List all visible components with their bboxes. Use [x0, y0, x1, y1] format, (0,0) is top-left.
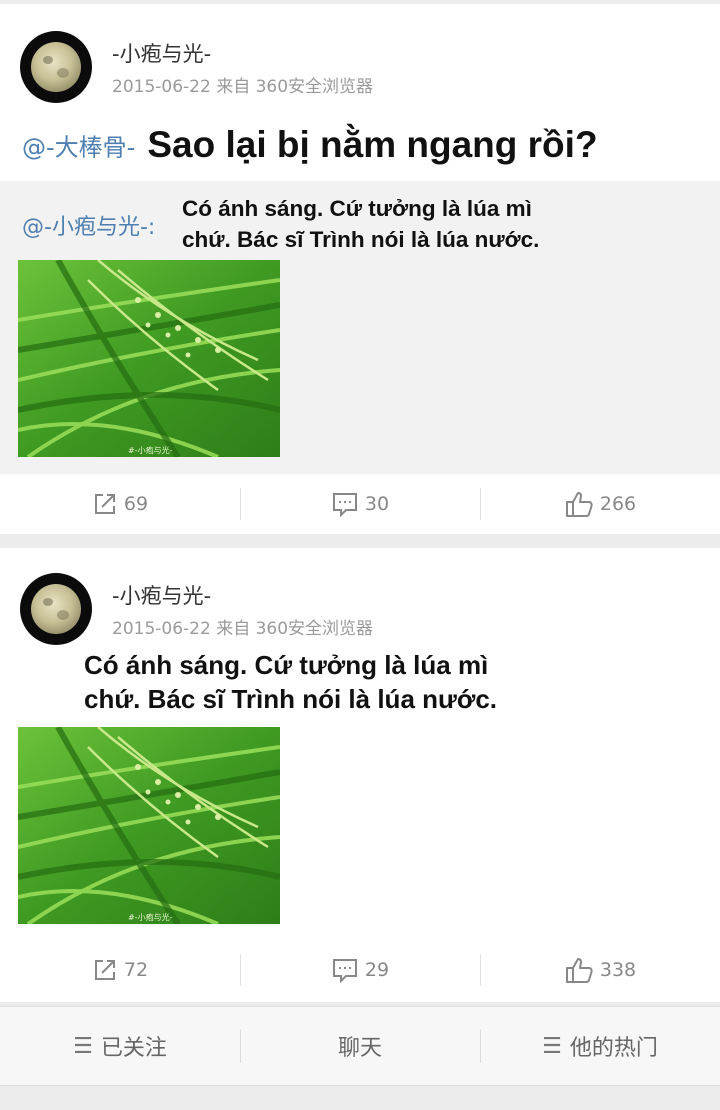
rice-plant-photo[interactable]: #-小疱与光-	[18, 727, 280, 924]
action-bar: 72 29 338	[0, 940, 720, 1000]
like-count: 338	[599, 959, 637, 981]
repost-icon	[94, 494, 115, 514]
repost-button[interactable]: 72	[0, 940, 240, 1000]
menu-icon: ☰	[73, 1033, 93, 1059]
post-text-body: Sao lại bị nằm ngang rồi?	[147, 124, 598, 165]
menu-icon: ☰	[542, 1033, 562, 1059]
following-button[interactable]: ☰ 已关注	[0, 1007, 240, 1085]
repost-caption: Có ánh sáng. Cứ tưởng là lúa mì chứ. Bác…	[182, 193, 540, 255]
post-meta: 2015-06-22 来自 360安全浏览器	[112, 619, 374, 639]
repost-author-link[interactable]: @-小疱与光-:	[22, 209, 155, 241]
comment-button[interactable]: 29	[240, 940, 480, 1000]
chat-button[interactable]: 聊天	[240, 1007, 480, 1085]
post-text: @-大棒骨- Sao lại bị nằm ngang rồi?	[22, 124, 598, 166]
repost-count: 72	[123, 959, 149, 981]
like-count: 266	[599, 493, 637, 515]
comment-count: 29	[364, 959, 390, 981]
comment-icon	[332, 493, 357, 517]
comment-count: 30	[364, 493, 390, 515]
repost-block[interactable]: @-小疱与光-: Có ánh sáng. Cứ tưởng là lúa mì…	[0, 181, 720, 474]
like-button[interactable]: 266	[480, 474, 720, 534]
hot-posts-button[interactable]: ☰ 他的热门	[480, 1007, 720, 1085]
thumbs-up-icon	[565, 958, 593, 983]
post-card: -小疱与光- 2015-06-22 来自 360安全浏览器 Có ánh sán…	[0, 548, 720, 1002]
thumbs-up-icon	[565, 492, 593, 517]
comment-icon	[332, 959, 357, 983]
username[interactable]: -小疱与光-	[112, 580, 211, 610]
avatar[interactable]	[20, 573, 92, 645]
rice-plant-photo[interactable]: #-小疱与光-	[18, 260, 280, 457]
comment-button[interactable]: 30	[240, 474, 480, 534]
photo-watermark: #-小疱与光-	[128, 912, 173, 922]
caption-line: chứ. Bác sĩ Trình nói là lúa nước.	[182, 227, 540, 252]
repost-icon	[94, 960, 115, 980]
post-meta: 2015-06-22 来自 360安全浏览器	[112, 77, 374, 97]
hot-posts-label: 他的热门	[569, 1036, 658, 1061]
like-button[interactable]: 338	[480, 940, 720, 1000]
repost-button[interactable]: 69	[0, 474, 240, 534]
post-text: Có ánh sáng. Cứ tưởng là lúa mì chứ. Bác…	[84, 648, 498, 716]
repost-count: 69	[123, 493, 149, 515]
action-bar: 69 30 266	[0, 474, 720, 534]
bottom-toolbar: ☰ 已关注 聊天 ☰ 他的热门	[0, 1006, 720, 1086]
post-card: -小疱与光- 2015-06-22 来自 360安全浏览器 @-大棒骨- Sao …	[0, 4, 720, 534]
following-label: 已关注	[100, 1036, 167, 1061]
mention-link[interactable]: @-大棒骨-	[22, 134, 135, 162]
chat-label: 聊天	[337, 1036, 382, 1061]
photo-watermark: #-小疱与光-	[128, 445, 173, 455]
caption-line: Có ánh sáng. Cứ tưởng là lúa mì	[182, 196, 532, 221]
caption-line: Có ánh sáng. Cứ tưởng là lúa mì	[84, 650, 489, 680]
username[interactable]: -小疱与光-	[112, 38, 211, 68]
caption-line: chứ. Bác sĩ Trình nói là lúa nước.	[84, 684, 498, 714]
avatar[interactable]	[20, 31, 92, 103]
